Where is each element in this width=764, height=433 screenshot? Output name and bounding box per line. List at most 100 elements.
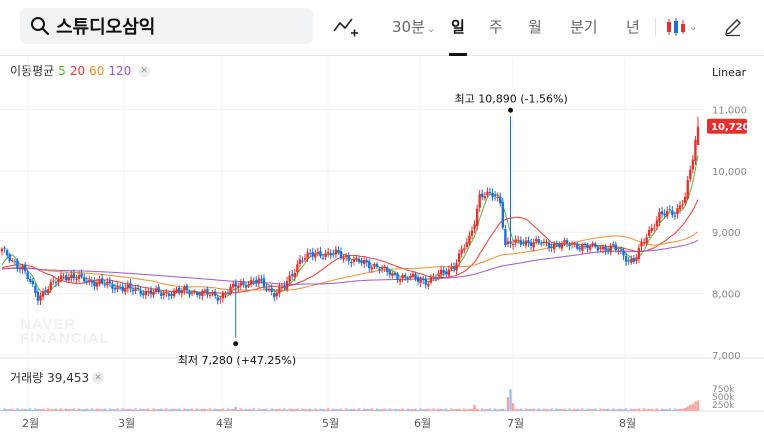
candle-body — [691, 159, 695, 170]
candle-body — [694, 140, 697, 161]
candle-body — [491, 192, 494, 197]
candle-body — [445, 271, 448, 275]
volume-bar — [663, 408, 666, 411]
volume-bar — [665, 409, 669, 411]
candle-body — [658, 211, 661, 222]
candle-body — [501, 202, 505, 228]
candle-body — [334, 249, 338, 255]
volume-bar — [16, 408, 19, 411]
volume-bar — [136, 409, 140, 411]
candle-body — [332, 253, 335, 255]
candle-body — [678, 205, 682, 210]
volume-bar — [90, 408, 94, 411]
candle-body — [180, 290, 183, 294]
volume-bar — [244, 408, 248, 411]
candle-body — [147, 291, 150, 293]
candle-body — [273, 293, 276, 298]
volume-bar — [316, 409, 320, 411]
volume-bar — [686, 406, 689, 411]
low-annotation: 최저 7,280 (+47.25%) — [178, 354, 296, 367]
candle-body — [62, 276, 65, 278]
candle-body — [493, 195, 497, 197]
candle-body — [82, 277, 86, 282]
candle-body — [149, 289, 153, 295]
candle-body — [231, 283, 235, 288]
candle-body — [455, 263, 458, 271]
candle-body — [288, 275, 291, 282]
candle-body — [291, 274, 294, 276]
volume-bar — [506, 397, 510, 411]
volume-bar — [88, 409, 91, 411]
candle-body — [326, 251, 330, 254]
candle-body — [36, 291, 40, 301]
candle-body — [683, 196, 687, 204]
candle-body — [8, 254, 11, 261]
candle-body — [260, 278, 263, 280]
candle-body — [249, 279, 253, 285]
candle-body — [154, 288, 158, 293]
candle-body — [475, 208, 479, 226]
candle-body — [203, 290, 207, 292]
volume-bar — [65, 408, 68, 411]
volume-bar — [234, 407, 237, 411]
candle-body — [380, 267, 384, 269]
candle-body — [437, 273, 440, 277]
volume-bar — [260, 409, 263, 411]
candle-body — [689, 169, 692, 180]
volume-bar — [352, 408, 356, 411]
volume-bar — [293, 409, 296, 411]
y-tick-label: 10,000 — [712, 167, 747, 178]
candle-body — [645, 237, 648, 243]
volume-bar — [668, 408, 671, 411]
candle-body — [429, 277, 433, 283]
volume-bar — [252, 408, 255, 411]
candle-body — [552, 243, 556, 250]
volume-bar — [378, 409, 381, 411]
close-icon[interactable]: ✕ — [92, 371, 105, 384]
volume-bar — [111, 409, 114, 411]
volume-bar — [36, 409, 40, 411]
candle-body — [41, 291, 45, 297]
candle-body — [606, 249, 610, 251]
candle-body — [308, 253, 312, 255]
candle-body — [517, 239, 520, 241]
volume-bar — [409, 409, 412, 411]
volume-bar — [581, 408, 584, 411]
high-marker — [508, 107, 514, 113]
volume-bar — [226, 408, 230, 411]
candle-body — [242, 281, 245, 285]
volume-bar — [98, 408, 101, 411]
volume-label: 거래량 — [10, 371, 44, 385]
candle-body — [642, 241, 646, 243]
candle-body — [352, 259, 356, 262]
candle-body — [144, 290, 148, 296]
candle-body — [655, 220, 659, 227]
price-chart[interactable]: 2월 3월 4월 5월 6월 7월 8월 11,000 10,000 9,000 8,000 7,00… — [0, 0, 764, 433]
volume-bar — [573, 408, 576, 411]
volume-bar — [152, 408, 155, 411]
candle-body — [329, 252, 332, 255]
volume-bar — [439, 408, 443, 411]
volume-bar — [373, 409, 376, 411]
volume-bar — [375, 408, 379, 411]
candle-body — [601, 246, 605, 250]
volume-bar — [106, 409, 109, 411]
volume-bar — [383, 408, 386, 411]
candle-body — [594, 243, 597, 247]
volume-bar — [162, 409, 166, 411]
candle-body — [280, 287, 284, 289]
volume-value: 39,453 — [47, 370, 90, 385]
volume-bar — [612, 408, 615, 411]
candle-body — [388, 270, 392, 275]
candle-body — [0, 248, 4, 252]
candle-body — [3, 247, 6, 249]
candle-body — [427, 283, 430, 287]
volume-bar — [563, 408, 566, 411]
candle-body — [568, 244, 571, 247]
volume-bar — [301, 408, 304, 411]
candle-body — [696, 126, 700, 146]
candle-body — [108, 280, 112, 283]
volume-bar — [452, 409, 456, 411]
candle-body — [347, 255, 350, 261]
candle-body — [59, 275, 63, 280]
